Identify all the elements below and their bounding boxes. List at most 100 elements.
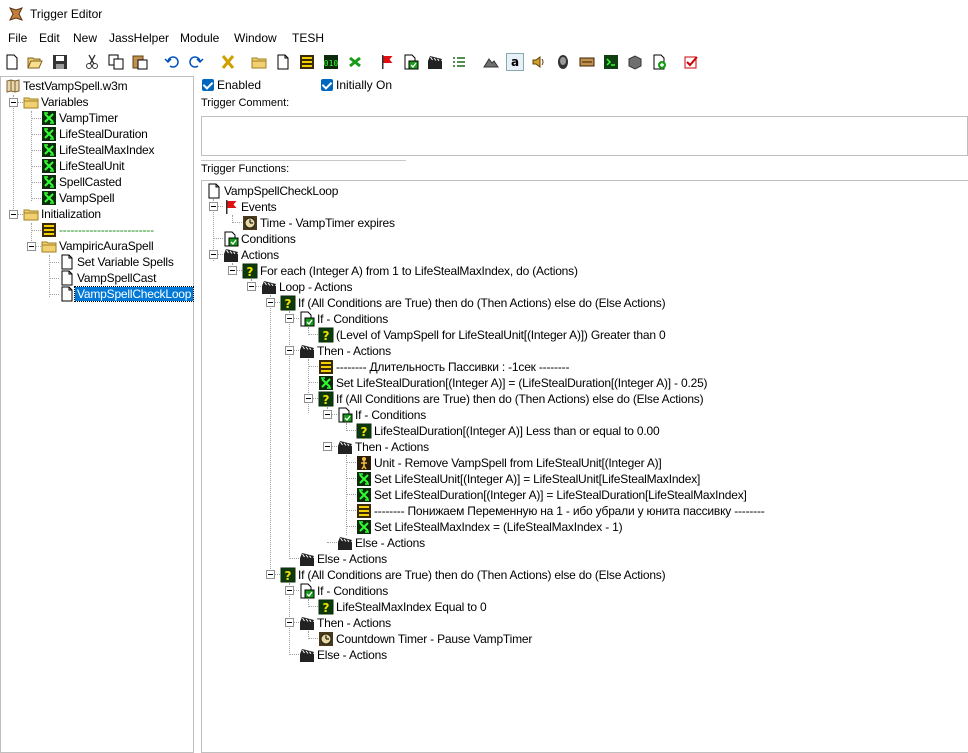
comment-icon[interactable]	[299, 54, 315, 70]
window-title: Trigger Editor	[30, 7, 103, 21]
action-icon	[299, 615, 315, 631]
new-icon[interactable]	[4, 54, 20, 70]
trigger-comment-input[interactable]	[201, 116, 968, 156]
action-icon	[299, 343, 315, 359]
variable-icon	[41, 174, 57, 190]
svg-text:a: a	[511, 55, 519, 69]
variable-icon	[41, 190, 57, 206]
variable-icon	[41, 142, 57, 158]
folder-icon	[23, 94, 39, 110]
initially-on-label: Initially On	[336, 78, 393, 92]
map-icon[interactable]	[627, 54, 643, 70]
action-icon	[261, 279, 277, 295]
condition-icon[interactable]	[379, 54, 395, 70]
collapse-inner-if[interactable]	[304, 394, 313, 403]
collapse-spell-folder[interactable]	[27, 242, 36, 251]
terrain-icon[interactable]	[451, 54, 467, 70]
menu-module[interactable]: Module	[180, 31, 219, 45]
action-icon	[223, 247, 239, 263]
action-icon[interactable]	[403, 54, 419, 70]
variable-icon	[356, 471, 372, 487]
trigger-icon[interactable]	[275, 54, 291, 70]
variable-icon	[356, 519, 372, 535]
script-icon[interactable]	[603, 54, 619, 70]
collapse-inner-then-actions[interactable]	[323, 442, 332, 451]
question-icon	[280, 295, 296, 311]
question-icon	[356, 423, 372, 439]
collapse-if[interactable]	[266, 298, 275, 307]
checklist-icon[interactable]	[427, 54, 443, 70]
test-icon[interactable]	[651, 54, 667, 70]
action-icon	[299, 551, 315, 567]
collapse-then-actions[interactable]	[285, 346, 294, 355]
variable-icon	[318, 375, 334, 391]
trigger-icon	[59, 270, 75, 286]
question-icon	[318, 599, 334, 615]
action-icon	[337, 439, 353, 455]
collapse-events[interactable]	[209, 202, 218, 211]
variable-icon	[41, 126, 57, 142]
condition-icon	[299, 311, 315, 327]
event-icon[interactable]	[347, 54, 363, 70]
trigger-icon	[59, 286, 75, 302]
menu-edit[interactable]: Edit	[39, 31, 60, 45]
trigger-panel: Enabled Initially On Trigger Comment: Tr…	[196, 76, 968, 753]
checkbox-test-icon[interactable]	[683, 54, 699, 70]
collapse-actions[interactable]	[209, 250, 218, 259]
collapse-if-2[interactable]	[266, 570, 275, 579]
question-icon	[280, 567, 296, 583]
collapse-loop-actions[interactable]	[247, 282, 256, 291]
cut-icon[interactable]	[84, 54, 100, 70]
undo-icon[interactable]	[164, 54, 180, 70]
trigger-tree[interactable]: TestVampSpell.w3m Variables VampTimer Li…	[0, 76, 195, 753]
open-icon[interactable]	[27, 54, 43, 70]
event-icon	[223, 199, 239, 215]
variable-icon	[356, 487, 372, 503]
map-icon	[5, 78, 21, 94]
menu-file[interactable]: File	[8, 31, 27, 45]
comment-icon	[318, 359, 334, 375]
condition-icon	[223, 231, 239, 247]
menu-new[interactable]: New	[73, 31, 97, 45]
menu-window[interactable]: Window	[234, 31, 277, 45]
toolbar: 010 a	[0, 50, 968, 74]
collapse-if-2-conditions[interactable]	[285, 586, 294, 595]
menu-jasshelper[interactable]: JassHelper	[109, 31, 169, 45]
question-icon	[318, 327, 334, 343]
sound-icon[interactable]: a	[506, 53, 524, 71]
import-icon[interactable]	[579, 54, 595, 70]
comment-label: Trigger Comment:	[201, 97, 290, 109]
collapse-if-conditions[interactable]	[285, 314, 294, 323]
save-icon[interactable]	[52, 54, 68, 70]
ai-icon[interactable]	[531, 54, 547, 70]
paste-icon[interactable]	[132, 54, 148, 70]
condition-icon	[299, 583, 315, 599]
action-icon	[337, 535, 353, 551]
collapse-if-2-then[interactable]	[285, 618, 294, 627]
menu-bar: File Edit New JassHelper Module Window T…	[0, 28, 968, 48]
delete-icon[interactable]	[220, 54, 236, 70]
redo-icon[interactable]	[188, 54, 204, 70]
timer-icon	[318, 631, 334, 647]
trigger-functions-tree[interactable]: VampSpellCheckLoop Events Time - VampTim…	[201, 180, 968, 753]
question-icon	[242, 263, 258, 279]
initially-on-checkbox[interactable]	[321, 79, 333, 91]
folder-icon[interactable]	[251, 54, 267, 70]
folder-icon	[23, 206, 39, 222]
question-icon	[318, 391, 334, 407]
menu-tesh[interactable]: TESH	[292, 31, 324, 45]
app-icon	[8, 6, 24, 22]
svg-text:010: 010	[324, 59, 339, 68]
object-icon[interactable]	[483, 54, 499, 70]
campaign-icon[interactable]	[555, 54, 571, 70]
collapse-for-each[interactable]	[228, 266, 237, 275]
variable-icon[interactable]: 010	[323, 54, 339, 70]
collapse-variables[interactable]	[9, 98, 18, 107]
collapse-initialization[interactable]	[9, 210, 18, 219]
unit-icon	[356, 455, 372, 471]
condition-icon	[337, 407, 353, 423]
collapse-inner-if-conditions[interactable]	[323, 410, 332, 419]
trigger-icon	[59, 254, 75, 270]
enabled-checkbox[interactable]	[202, 79, 214, 91]
copy-icon[interactable]	[108, 54, 124, 70]
